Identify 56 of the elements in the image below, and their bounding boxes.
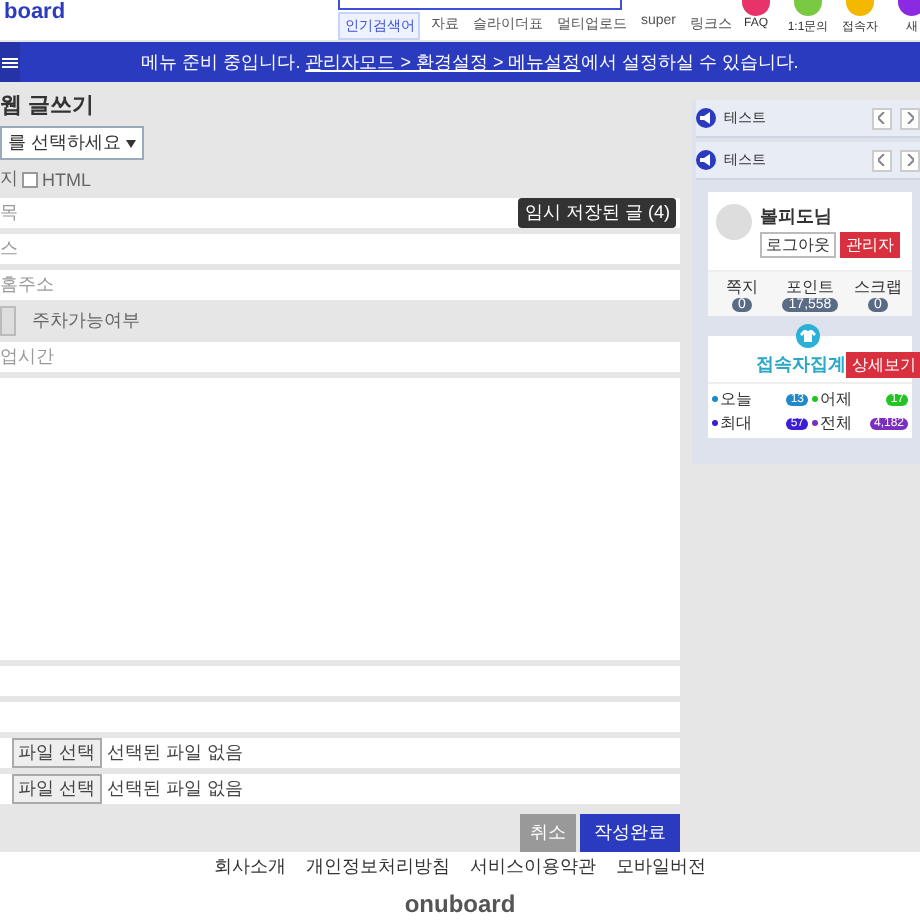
option-label: 지 <box>0 166 18 192</box>
html-checkbox[interactable] <box>22 171 38 187</box>
visitor-label: 어제 <box>820 388 854 410</box>
prev-button[interactable] <box>872 149 892 171</box>
bullet-icon <box>712 396 718 402</box>
megaphone-icon <box>696 150 716 170</box>
toggle-button[interactable] <box>0 306 16 336</box>
user-name: 볼피도님 <box>760 204 834 230</box>
chevron-right-icon <box>906 154 914 166</box>
bullet-icon <box>812 396 818 402</box>
menu-icon[interactable] <box>0 42 20 82</box>
footer-link[interactable]: 회사소개 <box>214 858 286 878</box>
chevron-left-icon <box>878 112 886 124</box>
notice-text: 메뉴 준비 중입니다. 관리자모드 > 환경설정 > 메뉴설정 에서 설정하실 수 있습니다. <box>141 49 799 75</box>
input-field[interactable]: 목 임시 저장된 글 (4) <box>0 198 680 228</box>
file-choose-button[interactable]: 파일 선택 <box>12 774 102 804</box>
visitor-label: 오늘 <box>720 388 754 410</box>
footer-link[interactable]: 모바일버전 <box>616 858 706 878</box>
stat-label: 포인트 <box>786 276 834 298</box>
footer-link[interactable]: 개인정보처리방침 <box>306 858 450 878</box>
prev-button[interactable] <box>872 107 892 129</box>
next-button[interactable] <box>900 149 920 171</box>
page-title: 웹 글쓰기 <box>0 92 97 120</box>
visitor-label: 전체 <box>820 412 854 434</box>
submit-button[interactable]: 작성완료 <box>580 814 680 852</box>
parking-label: 주차가능여부 <box>32 308 140 334</box>
stat-label: 쪽지 <box>726 276 758 298</box>
next-button[interactable] <box>900 107 920 129</box>
visitors-title: 접속자집계 <box>756 352 846 378</box>
file-status: 선택된 파일 없음 <box>107 740 244 766</box>
settings-link[interactable]: 관리자모드 > 환경설정 > 메뉴설정 <box>305 51 581 71</box>
search-field[interactable] <box>338 0 623 10</box>
bullet-icon <box>812 420 818 426</box>
avatar-icon <box>716 204 752 240</box>
visitor-label: 최대 <box>720 412 754 434</box>
admin-button[interactable]: 관리자 <box>840 232 900 258</box>
html-label: HTML <box>42 169 91 189</box>
file-choose-button[interactable]: 파일 선택 <box>12 738 102 768</box>
stat-label: 스크랩 <box>854 276 902 298</box>
detail-button[interactable]: 상세보기 <box>846 352 920 378</box>
chevron-left-icon <box>878 154 886 166</box>
footer-link[interactable]: 서비스이용약관 <box>470 858 596 878</box>
caret-icon <box>126 140 137 148</box>
megaphone-icon <box>696 108 716 128</box>
input-field[interactable] <box>0 702 680 732</box>
file-status: 선택된 파일 없음 <box>107 776 244 802</box>
footer-logo: onuboard <box>404 891 516 916</box>
chevron-right-icon <box>906 112 914 124</box>
site-logo[interactable]: board <box>4 2 279 24</box>
bullet-icon <box>712 420 718 426</box>
category-select[interactable]: 를 선택하세요 <box>0 126 145 160</box>
shortcut-icon[interactable] <box>742 0 770 16</box>
logout-button[interactable]: 로그아웃 <box>760 232 836 258</box>
temp-saved-button[interactable]: 임시 저장된 글 (4) <box>518 198 676 228</box>
input-field[interactable] <box>0 666 680 696</box>
shortcut-icon[interactable] <box>898 0 920 16</box>
